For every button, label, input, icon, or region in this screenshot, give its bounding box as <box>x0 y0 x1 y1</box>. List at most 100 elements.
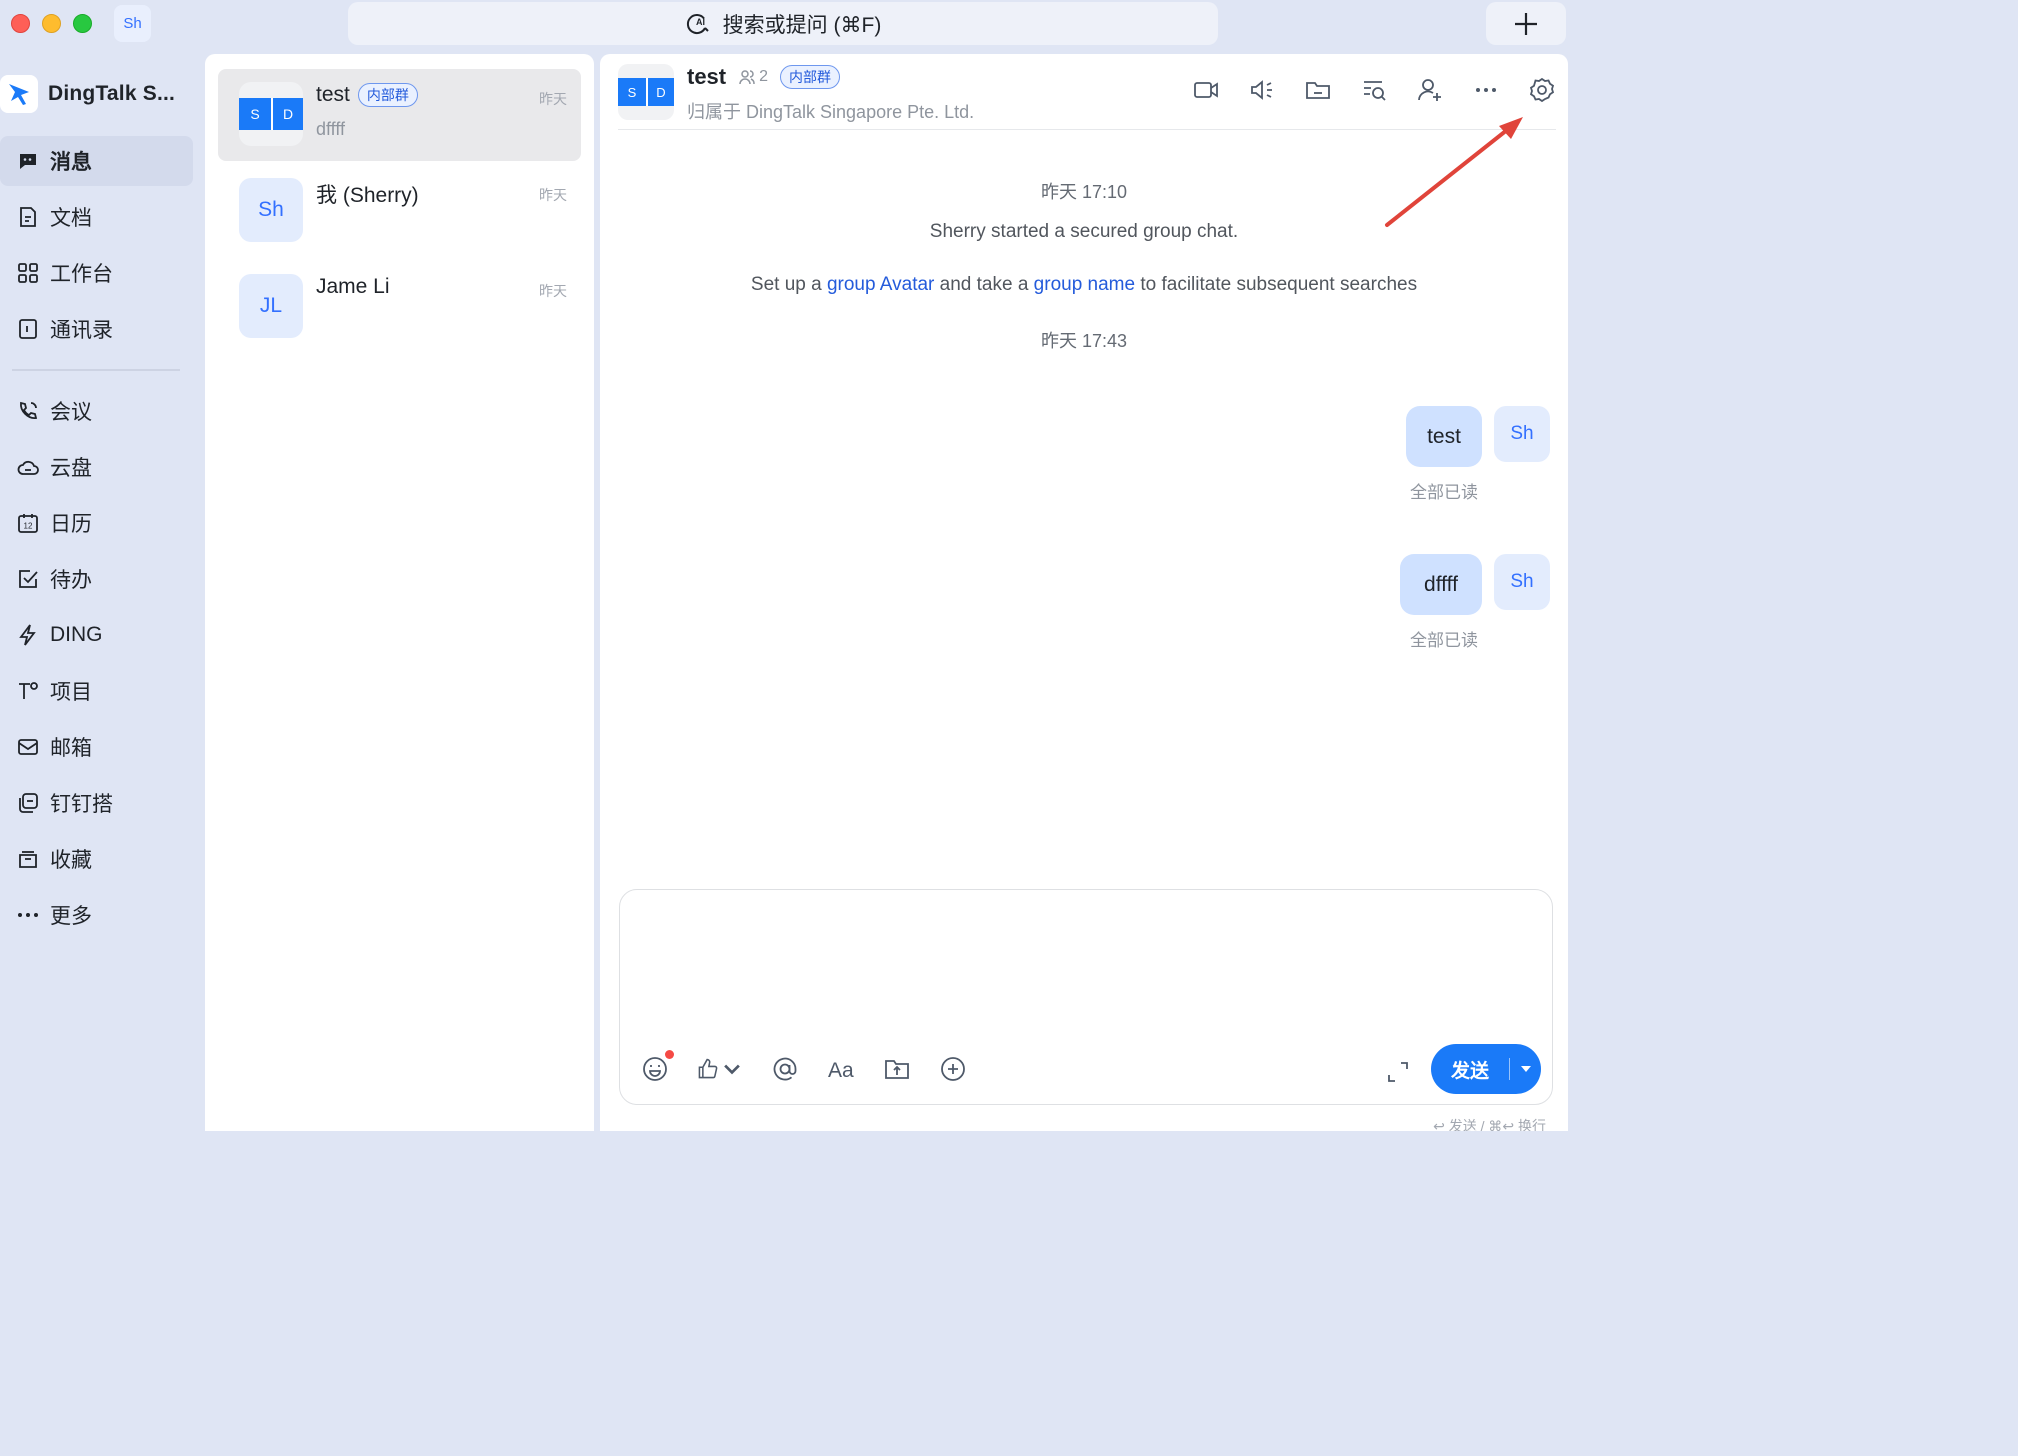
avatar: JL <box>239 274 303 338</box>
nav-item-more[interactable]: 更多 <box>0 890 193 940</box>
nav-item-projects[interactable]: 项目 <box>0 666 193 716</box>
new-item-button[interactable] <box>1486 2 1566 45</box>
nav-label: 消息 <box>50 151 92 174</box>
send-button[interactable]: 发送 <box>1431 1044 1541 1094</box>
nav-item-contacts[interactable]: 通讯录 <box>0 304 193 354</box>
message-bubble[interactable]: test <box>1406 406 1482 467</box>
expand-icon[interactable] <box>1384 1058 1412 1086</box>
grid-icon <box>18 263 38 283</box>
mention-button[interactable] <box>770 1054 800 1084</box>
avatar-initial: D <box>646 78 674 106</box>
conversation-item[interactable]: Sh 我 (Sherry) 昨天 <box>218 165 581 257</box>
conversation-list: SD test 内部群 dffff 昨天 Sh 我 (Sherry) 昨天 JL… <box>205 54 594 1131</box>
timestamp-divider: 昨天 17:10 <box>1040 182 1128 202</box>
more-options-button[interactable] <box>1472 76 1500 104</box>
nav-item-cloud-drive[interactable]: 云盘 <box>0 442 193 492</box>
message-bubble[interactable]: dffff <box>1400 554 1482 615</box>
more-actions-button[interactable] <box>938 1054 968 1084</box>
internal-group-badge: 内部群 <box>780 65 841 89</box>
add-user-icon <box>1418 79 1441 101</box>
nav-item-workbench[interactable]: 工作台 <box>0 248 193 298</box>
global-search-bar[interactable]: AI 搜索或提问 (⌘F) <box>348 2 1218 45</box>
sender-avatar[interactable]: Sh <box>1494 406 1550 462</box>
nav-label: 邮箱 <box>50 737 92 760</box>
conversation-title: test 内部群 <box>316 83 418 107</box>
nav-item-ding[interactable]: DING <box>0 610 193 660</box>
phone-icon <box>20 401 38 419</box>
chevron-down-icon <box>724 1064 740 1075</box>
read-status[interactable]: 全部已读 <box>1410 626 1478 651</box>
lightning-icon <box>19 624 36 646</box>
conversation-item[interactable]: SD test 内部群 dffff 昨天 <box>218 69 581 161</box>
org-switcher[interactable]: DingTalk S... <box>0 74 175 114</box>
set-group-avatar-link[interactable]: group Avatar <box>827 274 934 295</box>
emoji-button[interactable] <box>640 1050 674 1084</box>
emoji-icon <box>643 1057 667 1081</box>
search-chat-button[interactable] <box>1360 76 1388 104</box>
tip-text: to facilitate subsequent searches <box>1135 274 1418 295</box>
chat-subtitle: 归属于 DingTalk Singapore Pte. Ltd. <box>687 102 975 122</box>
nav-item-mail[interactable]: 邮箱 <box>0 722 193 772</box>
more-icon <box>1476 88 1496 92</box>
system-message: Sherry started a secured group chat. <box>929 221 1239 242</box>
conversation-name: 我 (Sherry) <box>316 184 419 207</box>
nav-item-todo[interactable]: 待办 <box>0 554 193 604</box>
add-member-button[interactable] <box>1416 76 1444 104</box>
account-avatar[interactable]: Sh <box>114 5 151 42</box>
nav-label: 项目 <box>50 681 92 704</box>
set-group-name-link[interactable]: group name <box>1034 274 1135 295</box>
group-avatar: SD <box>239 82 303 146</box>
voice-call-button[interactable] <box>1248 76 1276 104</box>
chat-title[interactable]: test <box>687 64 726 90</box>
quick-reaction-button[interactable] <box>696 1054 744 1084</box>
zoom-window-button[interactable] <box>73 14 92 33</box>
notification-dot <box>665 1050 674 1059</box>
nav-label: 钉钉搭 <box>50 793 113 816</box>
nav-label: DING <box>50 623 103 646</box>
thumbs-up-icon <box>698 1058 718 1079</box>
conversation-title: 我 (Sherry) <box>316 179 419 209</box>
ai-search-icon: AI <box>686 13 709 34</box>
nav-label: 日历 <box>50 513 92 536</box>
member-count[interactable]: 2 <box>738 68 768 86</box>
nav-item-favorites[interactable]: 收藏 <box>0 834 193 884</box>
avatar: Sh <box>239 178 303 242</box>
member-count-value: 2 <box>759 68 769 85</box>
nav-item-docs[interactable]: 文档 <box>0 192 193 242</box>
upload-file-button[interactable] <box>882 1054 912 1084</box>
avatar-initial: S <box>618 78 646 106</box>
conversation-item[interactable]: JL Jame Li 昨天 <box>218 261 581 353</box>
video-camera-icon <box>1194 82 1218 98</box>
internal-group-badge: 内部群 <box>357 83 418 107</box>
speaker-icon <box>1251 80 1272 100</box>
conversation-time: 昨天 <box>539 283 567 299</box>
cloud-icon <box>17 460 39 475</box>
send-options-button[interactable] <box>1510 1062 1541 1076</box>
search-placeholder: 搜索或提问 (⌘F) <box>722 13 882 37</box>
group-settings-button[interactable] <box>1528 76 1556 104</box>
upload-folder-icon <box>885 1060 909 1079</box>
close-window-button[interactable] <box>11 14 30 33</box>
nav-item-calendar[interactable]: 12 日历 <box>0 498 193 548</box>
org-name: DingTalk S... <box>48 82 176 105</box>
nav-item-messages[interactable]: 消息 <box>0 136 193 186</box>
group-avatar[interactable]: SD <box>618 64 674 120</box>
more-icon <box>18 913 38 917</box>
nav-item-builder[interactable]: 钉钉搭 <box>0 778 193 828</box>
composer-toolbar: Aa <box>640 1050 968 1084</box>
dingtalk-logo-icon <box>0 75 38 113</box>
message-input[interactable] <box>640 906 1530 1036</box>
group-files-button[interactable] <box>1304 76 1332 104</box>
calendar-icon: 12 <box>18 514 38 533</box>
text-format-button[interactable]: Aa <box>826 1054 856 1084</box>
sender-avatar[interactable]: Sh <box>1494 554 1550 610</box>
dingtalk-window: Sh AI 搜索或提问 (⌘F) DingTalk S... 消息 文档 工作台… <box>0 0 1568 1131</box>
todo-icon <box>19 570 38 588</box>
read-status[interactable]: 全部已读 <box>1410 478 1478 503</box>
conversation-name: Jame Li <box>316 275 390 298</box>
chat-header-actions <box>1192 76 1556 104</box>
minimize-window-button[interactable] <box>42 14 61 33</box>
video-call-button[interactable] <box>1192 76 1220 104</box>
nav-item-meetings[interactable]: 会议 <box>0 386 193 436</box>
svg-text:AI: AI <box>696 17 705 27</box>
